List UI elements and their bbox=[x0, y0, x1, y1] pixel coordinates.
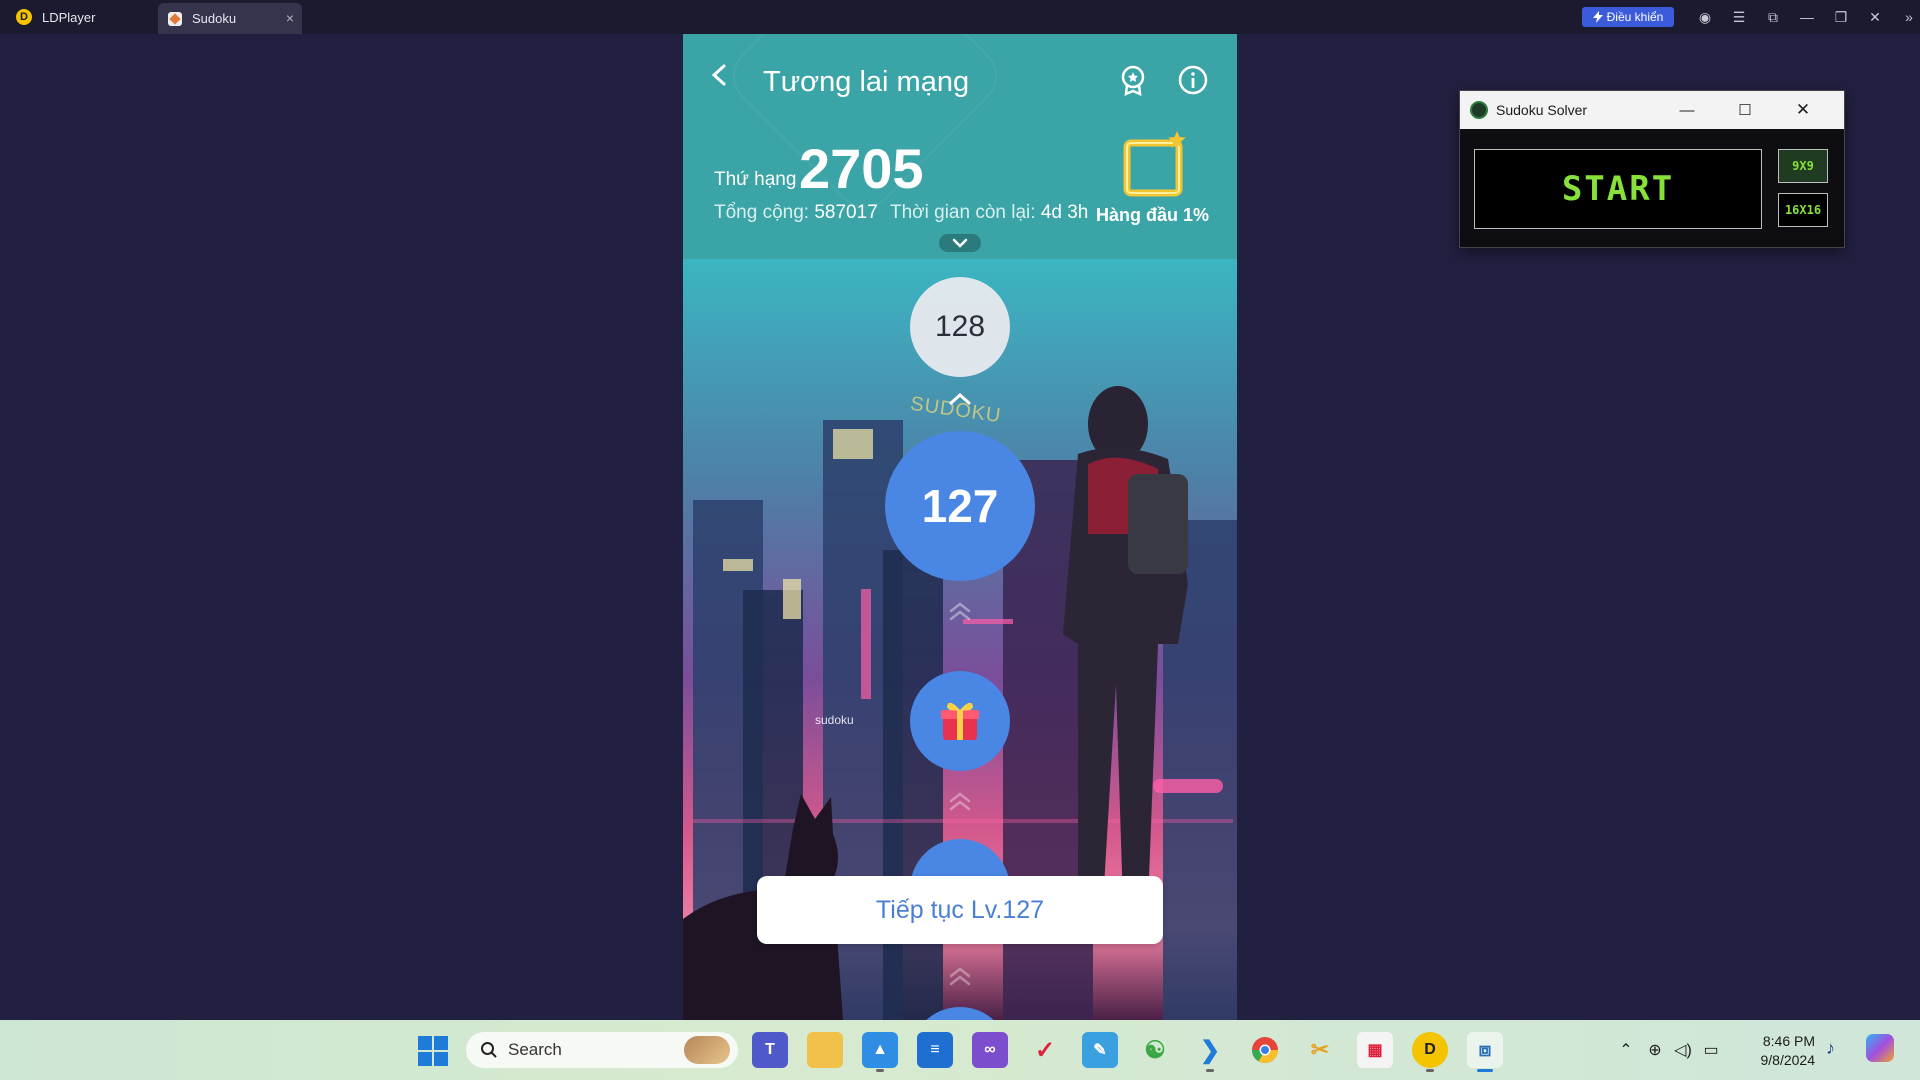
time-value: 4d 3h bbox=[1040, 202, 1089, 223]
sudoku-small-sign: sudoku bbox=[815, 713, 854, 727]
teams-icon[interactable]: T bbox=[752, 1032, 788, 1068]
continue-level-button[interactable]: Tiếp tục Lv.127 bbox=[757, 876, 1163, 944]
search-highlight-image bbox=[684, 1036, 730, 1064]
chevron-up-icon bbox=[949, 392, 971, 405]
chevron-up-icon bbox=[949, 792, 971, 811]
app-name: LDPlayer bbox=[42, 9, 96, 25]
back-arrow-icon[interactable] bbox=[709, 64, 731, 86]
start-button[interactable]: START bbox=[1474, 149, 1762, 229]
visual-studio-icon[interactable]: ∞ bbox=[972, 1032, 1008, 1068]
expand-header-button[interactable] bbox=[939, 234, 981, 252]
total-value: 587017 bbox=[814, 202, 878, 223]
emulator-titlebar: D LDPlayer Sudoku × Điều khiển ◉ ☰ ⧉ — ❐… bbox=[0, 0, 1920, 34]
clock-date: 9/8/2024 bbox=[1760, 1052, 1816, 1068]
event-header: Tương lai mạng Thứ hạng 2705 Tổng cộng: … bbox=[683, 34, 1237, 259]
clock-time: 8:46 PM bbox=[1762, 1033, 1815, 1049]
total-players: Tổng cộng: 587017 bbox=[714, 202, 878, 224]
collapse-sidebar-icon[interactable]: » bbox=[1892, 9, 1920, 25]
search-icon bbox=[481, 1042, 497, 1058]
green-app-icon[interactable]: ☯ bbox=[1137, 1032, 1173, 1068]
rank-label: Thứ hạng bbox=[714, 169, 797, 190]
size-9x9-button[interactable]: 9X9 bbox=[1778, 149, 1828, 183]
hooded-figure bbox=[1063, 386, 1188, 904]
ldplayer-logo-icon: D bbox=[16, 9, 32, 25]
search-input[interactable] bbox=[508, 1040, 668, 1060]
level-node-127-current[interactable]: 127 bbox=[885, 431, 1035, 581]
solver-titlebar: Sudoku Solver — ☐ ✕ bbox=[1460, 91, 1844, 129]
sudoku-tab[interactable]: Sudoku × bbox=[158, 3, 302, 34]
control-label: Điều khiển bbox=[1606, 10, 1664, 24]
screen-icon[interactable]: ⧉ bbox=[1756, 9, 1790, 26]
paint-icon[interactable]: ✎ bbox=[1082, 1032, 1118, 1068]
time-remaining: Thời gian còn lại: 4d 3h bbox=[890, 202, 1088, 224]
calendar-app-icon[interactable]: ▦ bbox=[1357, 1032, 1393, 1068]
total-label: Tổng cộng: bbox=[714, 202, 810, 223]
tab-label: Sudoku bbox=[192, 11, 237, 26]
maximize-icon[interactable]: ☐ bbox=[1716, 91, 1774, 129]
app-v-icon[interactable]: ✓ bbox=[1027, 1032, 1063, 1068]
time-label: Thời gian còn lại: bbox=[890, 202, 1036, 223]
chrome-icon[interactable] bbox=[1247, 1032, 1283, 1068]
taskbar-search[interactable] bbox=[466, 1032, 738, 1068]
event-title: Tương lai mạng bbox=[763, 66, 970, 98]
copilot-icon[interactable] bbox=[1866, 1034, 1894, 1062]
windows-start-icon[interactable] bbox=[418, 1036, 448, 1066]
battery-icon[interactable]: ▭ bbox=[1696, 1040, 1726, 1060]
notification-bell-icon[interactable]: ♪ bbox=[1826, 1038, 1835, 1059]
windows-taskbar: T ▲ ≡ ∞ ✓ ✎ ☯ ❯ ✂ ▦ D ⧈ ⌃ ⊕ ◁) ▭ 8:46 PM… bbox=[0, 1020, 1920, 1080]
solver-logo-icon bbox=[1470, 101, 1488, 119]
chevron-down-icon bbox=[952, 238, 968, 248]
volume-icon[interactable]: ◁) bbox=[1670, 1040, 1696, 1060]
gift-icon bbox=[941, 702, 979, 740]
tab-close-icon[interactable]: × bbox=[286, 10, 294, 26]
restore-icon[interactable]: ❐ bbox=[1824, 9, 1858, 26]
game-screen: Tương lai mạng Thứ hạng 2705 Tổng cộng: … bbox=[683, 34, 1237, 1020]
python-app-icon[interactable]: ⧈ bbox=[1467, 1032, 1503, 1072]
close-icon[interactable]: ✕ bbox=[1774, 91, 1832, 129]
globe-icon[interactable]: ⊕ bbox=[1640, 1040, 1670, 1060]
info-icon[interactable] bbox=[1177, 64, 1209, 96]
top-percent-badge: Hàng đầu 1% bbox=[1096, 205, 1210, 225]
size-16x16-button[interactable]: 16X16 bbox=[1778, 193, 1828, 227]
clock[interactable]: 8:46 PM 9/8/2024 bbox=[1745, 1032, 1816, 1070]
gold-frame-icon bbox=[1123, 131, 1186, 197]
control-button[interactable]: Điều khiển bbox=[1582, 7, 1674, 27]
notepad-icon[interactable]: ≡ bbox=[917, 1032, 953, 1068]
rank-value: 2705 bbox=[799, 137, 924, 200]
close-icon[interactable]: ✕ bbox=[1858, 9, 1892, 26]
snip-tool-icon[interactable]: ✂ bbox=[1302, 1032, 1338, 1068]
minimize-icon[interactable]: — bbox=[1790, 9, 1824, 25]
menu-icon[interactable]: ☰ bbox=[1722, 9, 1756, 26]
minimize-icon[interactable]: — bbox=[1658, 91, 1716, 129]
gift-reward-node[interactable] bbox=[910, 671, 1010, 771]
sudoku-app-icon bbox=[168, 11, 182, 26]
system-tray: ⌃ ⊕ ◁) ▭ bbox=[1612, 1020, 1726, 1080]
award-icon[interactable] bbox=[1117, 64, 1149, 96]
ldplayer-taskbar-icon[interactable]: D bbox=[1412, 1032, 1448, 1072]
solver-title: Sudoku Solver bbox=[1496, 102, 1588, 118]
photos-icon[interactable]: ▲ bbox=[862, 1032, 898, 1072]
chevron-up-icon[interactable]: ⌃ bbox=[1612, 1040, 1640, 1060]
level-node-128[interactable]: 128 bbox=[910, 277, 1010, 377]
chevron-up-icon bbox=[949, 967, 971, 986]
chevron-up-icon bbox=[949, 602, 971, 621]
vscode-icon[interactable]: ❯ bbox=[1192, 1032, 1228, 1072]
sudoku-solver-window: Sudoku Solver — ☐ ✕ START 9X9 16X16 bbox=[1459, 90, 1845, 248]
lightning-icon bbox=[1592, 11, 1603, 23]
ldplayer-tab[interactable]: D LDPlayer bbox=[0, 0, 158, 34]
file-explorer-icon[interactable] bbox=[807, 1032, 843, 1068]
chrome-logo-icon bbox=[1251, 1037, 1279, 1064]
account-icon[interactable]: ◉ bbox=[1688, 9, 1722, 26]
